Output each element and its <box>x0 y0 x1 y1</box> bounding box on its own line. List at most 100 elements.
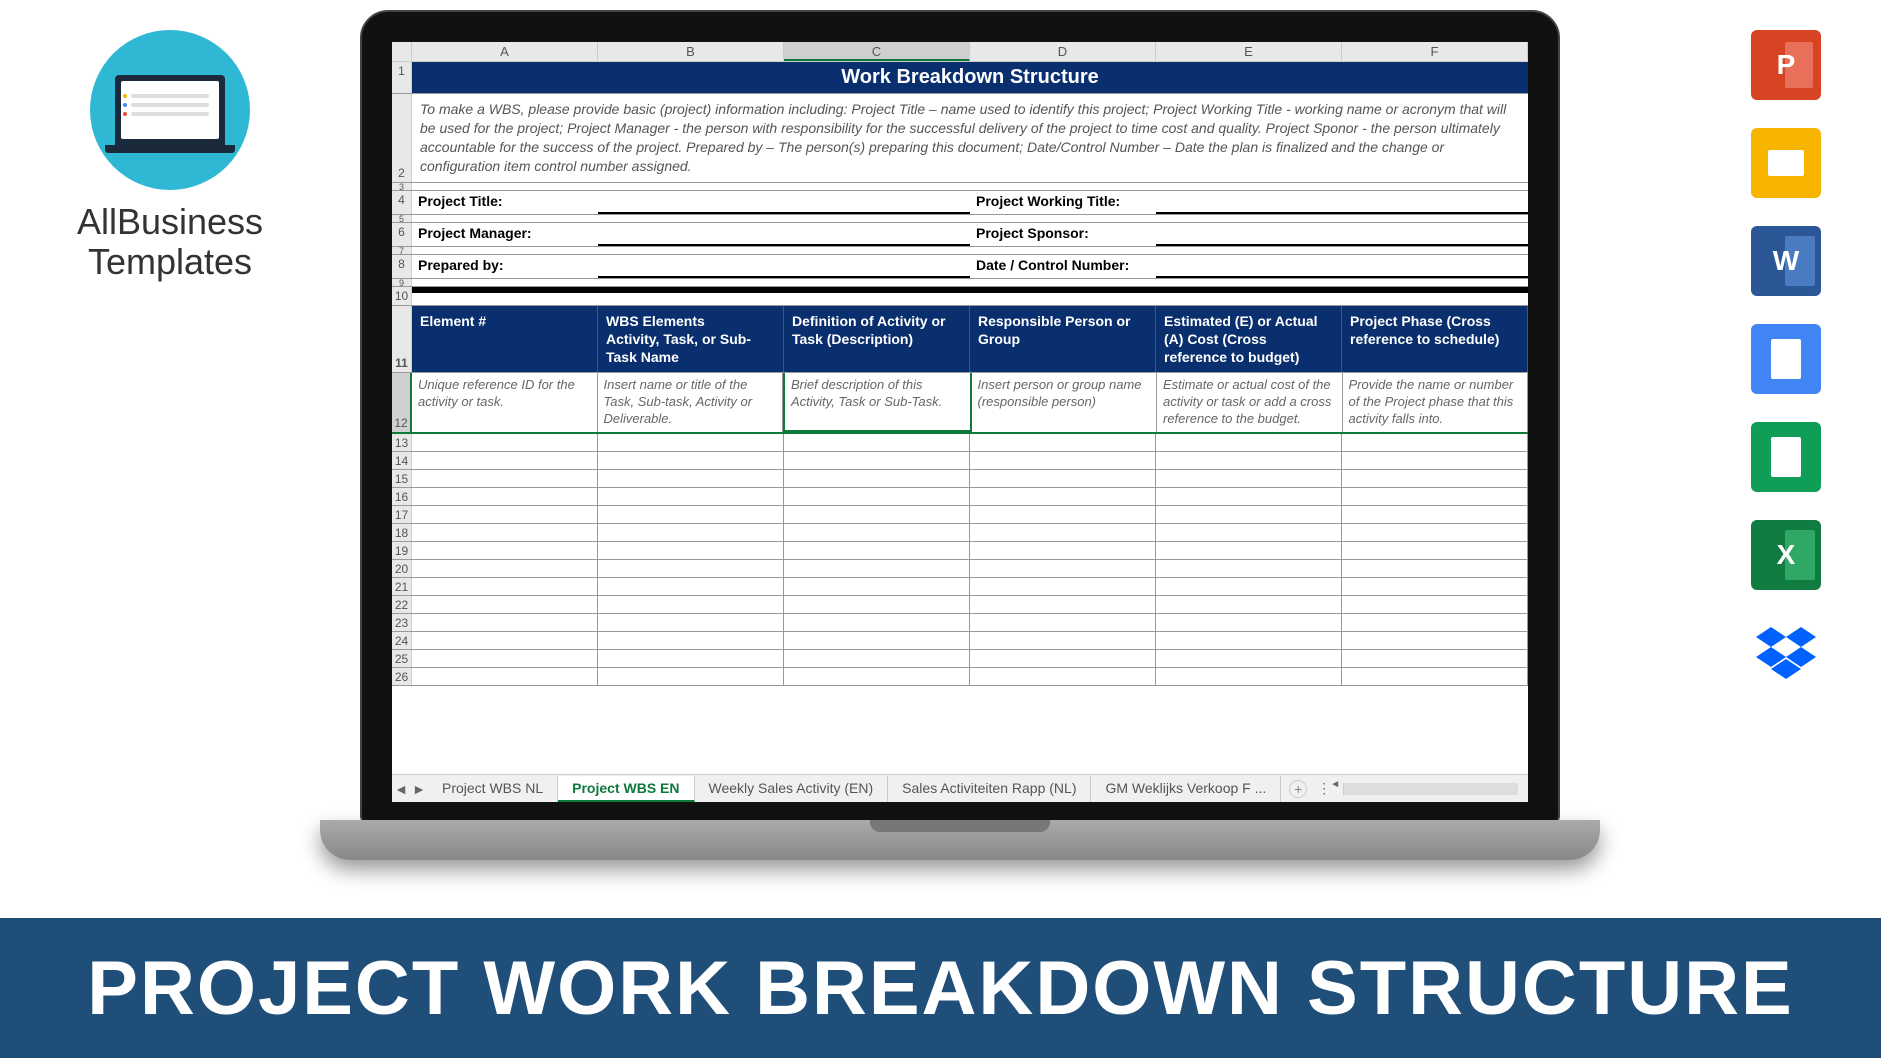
excel-icon: X <box>1751 520 1821 590</box>
row-num[interactable]: 2 <box>392 94 412 182</box>
row-num[interactable]: 21 <box>392 578 412 595</box>
sheet-title[interactable]: Work Breakdown Structure <box>412 62 1528 93</box>
row-num[interactable]: 9 <box>392 279 412 286</box>
laptop-mockup: A B C D E F 1 Work Breakdown Structure 2… <box>360 10 1560 860</box>
description-cell[interactable]: To make a WBS, please provide basic (pro… <box>412 94 1528 182</box>
horizontal-scrollbar[interactable] <box>1343 783 1518 795</box>
table-row: 15 <box>392 470 1528 488</box>
row-num[interactable]: 24 <box>392 632 412 649</box>
th-cost[interactable]: Estimated (E) or Actual (A) Cost (Cross … <box>1156 306 1342 373</box>
th-responsible[interactable]: Responsible Person or Group <box>970 306 1156 373</box>
row-num[interactable]: 11 <box>392 306 412 373</box>
brand-circle-icon <box>90 30 250 190</box>
field-row-1: 4 Project Title: Project Working Title: <box>392 191 1528 215</box>
input-project-manager[interactable] <box>598 223 784 246</box>
table-row: 22 <box>392 596 1528 614</box>
col-header-c[interactable]: C <box>784 42 970 61</box>
th-element[interactable]: Element # <box>412 306 598 373</box>
col-header-e[interactable]: E <box>1156 42 1342 61</box>
brand-name-line2: Templates <box>50 242 290 282</box>
th-wbs-elements[interactable]: WBS Elements Activity, Task, or Sub-Task… <box>598 306 784 373</box>
table-row: 24 <box>392 632 1528 650</box>
row-num[interactable]: 5 <box>392 215 412 222</box>
row-num[interactable]: 25 <box>392 650 412 667</box>
title-row: 1 Work Breakdown Structure <box>392 62 1528 94</box>
file-type-icons: P W X <box>1751 30 1831 716</box>
row-num[interactable]: 13 <box>392 434 412 451</box>
row-num[interactable]: 4 <box>392 191 412 214</box>
table-row: 18 <box>392 524 1528 542</box>
table-row: 26 <box>392 668 1528 686</box>
sheet-tab[interactable]: Project WBS EN <box>558 776 694 802</box>
input-project-title[interactable] <box>598 191 784 214</box>
banner-text: PROJECT WORK BREAKDOWN STRUCTURE <box>87 945 1793 1032</box>
tab-nav-prev[interactable]: ◄ <box>392 781 410 797</box>
row-num[interactable]: 19 <box>392 542 412 559</box>
google-docs-icon <box>1751 324 1821 394</box>
google-slides-icon <box>1751 128 1821 198</box>
hint-phase[interactable]: Provide the name or number of the Projec… <box>1343 373 1529 432</box>
col-header-f[interactable]: F <box>1342 42 1528 61</box>
table-row: 25 <box>392 650 1528 668</box>
hint-responsible[interactable]: Insert person or group name (responsible… <box>972 373 1158 432</box>
label-project-title[interactable]: Project Title: <box>412 191 598 214</box>
row-num[interactable]: 1 <box>392 62 412 93</box>
row-num[interactable]: 26 <box>392 668 412 685</box>
row-num[interactable]: 14 <box>392 452 412 469</box>
col-header-b[interactable]: B <box>598 42 784 61</box>
hint-element[interactable]: Unique reference ID for the activity or … <box>412 373 598 432</box>
powerpoint-icon: P <box>1751 30 1821 100</box>
row-num[interactable]: 22 <box>392 596 412 613</box>
field-row-3: 8 Prepared by: Date / Control Number: <box>392 255 1528 279</box>
col-header-d[interactable]: D <box>970 42 1156 61</box>
row-num[interactable]: 18 <box>392 524 412 541</box>
table-hint-row: 12 Unique reference ID for the activity … <box>392 373 1528 434</box>
row-num[interactable]: 3 <box>392 183 412 190</box>
row-num[interactable]: 6 <box>392 223 412 246</box>
row-num[interactable]: 10 <box>392 287 412 305</box>
hint-cost[interactable]: Estimate or actual cost of the activity … <box>1157 373 1343 432</box>
sheet-tab[interactable]: GM Weklijks Verkoop F ... <box>1091 776 1281 802</box>
row-num[interactable]: 20 <box>392 560 412 577</box>
row-num[interactable]: 8 <box>392 255 412 278</box>
input-working-title[interactable] <box>1156 191 1342 214</box>
laptop-icon <box>115 75 225 145</box>
sheet-tabs: ◄ ► Project WBS NLProject WBS ENWeekly S… <box>392 774 1528 802</box>
row-num[interactable]: 15 <box>392 470 412 487</box>
sheet-tab[interactable]: Project WBS NL <box>428 776 558 802</box>
label-project-sponsor[interactable]: Project Sponsor: <box>970 223 1156 246</box>
dropbox-icon <box>1751 618 1821 688</box>
sheet-tab[interactable]: Weekly Sales Activity (EN) <box>695 776 889 802</box>
label-working-title[interactable]: Project Working Title: <box>970 191 1156 214</box>
description-row: 2 To make a WBS, please provide basic (p… <box>392 94 1528 183</box>
sheet-tab[interactable]: Sales Activiteiten Rapp (NL) <box>888 776 1091 802</box>
column-headers: A B C D E F <box>392 42 1528 62</box>
row-num[interactable]: 23 <box>392 614 412 631</box>
brand-logo: AllBusiness Templates <box>50 30 290 281</box>
row-num[interactable]: 12 <box>392 373 412 432</box>
label-date-control[interactable]: Date / Control Number: <box>970 255 1156 278</box>
th-phase[interactable]: Project Phase (Cross reference to schedu… <box>1342 306 1528 373</box>
table-row: 14 <box>392 452 1528 470</box>
label-prepared-by[interactable]: Prepared by: <box>412 255 598 278</box>
table-row: 23 <box>392 614 1528 632</box>
hint-definition[interactable]: Brief description of this Activity, Task… <box>783 373 972 432</box>
tab-nav-next[interactable]: ► <box>410 781 428 797</box>
row-num[interactable]: 7 <box>392 247 412 254</box>
add-sheet-button[interactable]: + <box>1289 780 1307 798</box>
label-project-manager[interactable]: Project Manager: <box>412 223 598 246</box>
word-icon: W <box>1751 226 1821 296</box>
hint-wbs[interactable]: Insert name or title of the Task, Sub-ta… <box>598 373 784 432</box>
row-num[interactable]: 16 <box>392 488 412 505</box>
table-row: 17 <box>392 506 1528 524</box>
input-date-control[interactable] <box>1156 255 1342 278</box>
laptop-base <box>320 820 1600 860</box>
input-project-sponsor[interactable] <box>1156 223 1342 246</box>
input-prepared-by[interactable] <box>598 255 784 278</box>
th-definition[interactable]: Definition of Activity or Task (Descript… <box>784 306 970 373</box>
table-row: 20 <box>392 560 1528 578</box>
bottom-banner: PROJECT WORK BREAKDOWN STRUCTURE <box>0 918 1881 1058</box>
col-header-a[interactable]: A <box>412 42 598 61</box>
table-row: 19 <box>392 542 1528 560</box>
row-num[interactable]: 17 <box>392 506 412 523</box>
